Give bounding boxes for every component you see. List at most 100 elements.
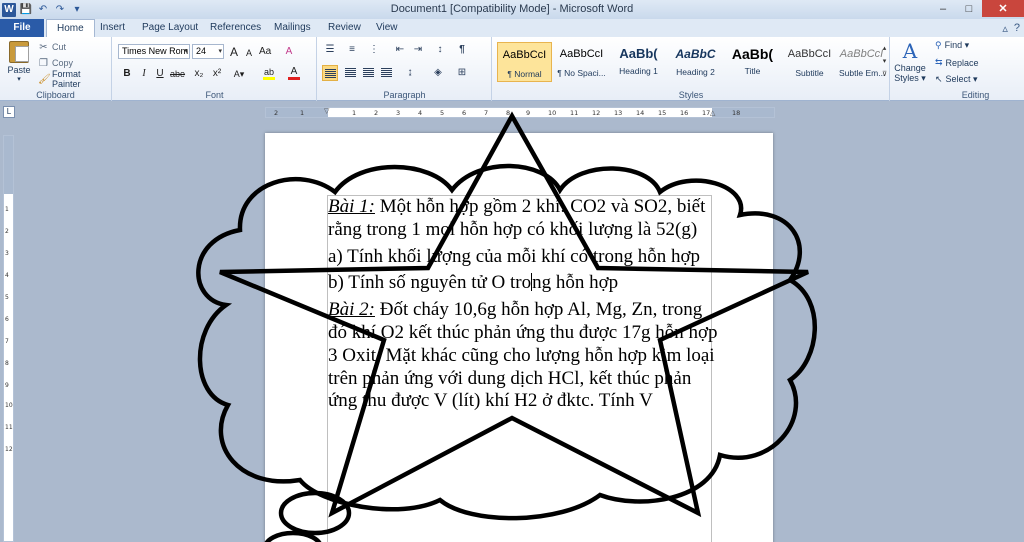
ruler-tick: 10 [5,402,13,409]
italic-button[interactable]: I [138,66,150,82]
find-button[interactable]: ⚲ Find ▾ [935,40,969,51]
clear-formatting-button[interactable]: A [283,44,295,60]
cut-button[interactable]: ✂ Cut [38,40,66,54]
line-spacing-icon[interactable]: ↨ [402,65,418,81]
justify-icon [380,67,392,77]
tab-home[interactable]: Home [46,19,95,37]
tab-insert[interactable]: Insert [90,19,135,37]
ruler-tick: 3 [396,109,401,117]
change-styles-button[interactable]: A Change Styles ▾ [893,39,927,85]
paintbrush-icon: 🖌 [38,73,51,85]
underline-button[interactable]: U [154,66,166,82]
paste-icon [9,41,29,63]
window-controls: – □ ✕ [930,0,1024,17]
align-left-icon [324,68,336,78]
style-subtle-emphasis[interactable]: AaBbCcI Subtle Em... [839,42,884,82]
ruler-tick: 9 [5,382,9,389]
ruler-tick: 18 [732,109,741,117]
minimize-ribbon-icon[interactable]: ▵ [1002,22,1008,35]
close-button[interactable]: ✕ [982,0,1024,17]
paste-button[interactable]: Paste ▾ [4,39,34,83]
editing-group: ⚲ Find ▾ ⇆ Replace ↖ Select ▾ Editing [927,37,1024,101]
document-page[interactable]: Bài 1: Một hỗn hợp gồm 2 khí: CO2 và SO2… [265,133,773,542]
increase-indent-icon[interactable]: ⇥ [410,42,426,58]
replace-button[interactable]: ⇆ Replace [935,57,979,68]
font-name-box[interactable]: Times New Rom ▾ [118,44,190,59]
ruler-tick: 1 [352,109,357,117]
ruler-tick: 6 [462,109,467,117]
highlight-button[interactable]: ab [263,64,275,80]
maximize-button[interactable]: □ [956,0,982,17]
ruler-tab-selector[interactable]: L [3,106,15,118]
strikethrough-button[interactable]: abe [170,66,185,82]
justify-button[interactable] [378,65,394,81]
shading-icon[interactable]: ◈ [430,65,446,81]
first-line-indent-marker[interactable]: ▽ [324,107,329,115]
shrink-font-button[interactable]: A [243,45,255,61]
ruler-tick: 5 [5,294,9,301]
align-left-button[interactable] [322,65,338,81]
bold-button[interactable]: B [121,66,133,82]
horizontal-ruler[interactable]: 2 1 1 2 3 4 5 6 7 8 9 10 11 12 13 14 15 … [265,107,775,118]
sort-icon[interactable]: ↕ [432,42,448,58]
styles-scroll[interactable]: ▴ ▾ ⊽ [880,42,889,81]
show-formatting-button[interactable]: ¶ [454,42,470,58]
borders-icon[interactable]: ⊞ [454,65,470,81]
select-button[interactable]: ↖ Select ▾ [935,74,978,85]
align-center-button[interactable] [342,65,358,81]
question-a-paragraph: a) Tính khối lượng của mỗi khí có trong … [328,245,700,267]
grow-font-button[interactable]: A [228,44,240,60]
paragraph-group-label: Paragraph [383,90,426,100]
ruler-tick: 1 [300,109,305,117]
document-body[interactable]: Bài 1: Một hỗn hợp gồm 2 khí: CO2 và SO2… [328,196,718,417]
font-size-dropdown-icon: ▾ [218,48,222,55]
font-size-box[interactable]: 24 ▾ [192,44,224,59]
tab-view[interactable]: View [366,19,408,37]
style-heading-1[interactable]: AaBb( Heading 1 [611,42,666,82]
window-title: Document1 [Compatibility Mode] - Microso… [390,3,634,15]
align-right-button[interactable] [360,65,376,81]
tab-mailings[interactable]: Mailings [264,19,321,37]
tab-page-layout[interactable]: Page Layout [132,19,208,37]
tab-references[interactable]: References [200,19,271,37]
decrease-indent-icon[interactable]: ⇤ [392,42,408,58]
multilevel-list-icon[interactable]: ⋮ [366,42,382,58]
binoculars-icon: ⚲ [935,40,942,50]
font-color-button[interactable]: A [288,64,300,80]
ruler-tick: 16 [680,109,689,117]
exercise-1-paragraph: Bài 1: Một hỗn hợp gồm 2 khí: CO2 và SO2… [328,196,718,242]
superscript-button[interactable]: x² [211,66,223,82]
numbering-icon[interactable]: ≡ [344,42,360,58]
tab-file[interactable]: File [0,19,44,37]
change-styles-icon: A [902,39,918,63]
paste-label: Paste [7,65,31,75]
help-icon[interactable]: ? [1014,22,1020,35]
ruler-tick: 2 [274,109,279,117]
ruler-tick: 15 [658,109,667,117]
style-heading-2[interactable]: AaBbC Heading 2 [668,42,723,82]
ruler-tick: 7 [5,338,9,345]
minimize-button[interactable]: – [930,0,956,17]
scissors-icon: ✂ [39,41,48,53]
right-indent-marker[interactable]: △ [710,109,715,117]
format-painter-button[interactable]: 🖌 Format Painter [38,69,111,89]
bullets-icon[interactable]: ☰ [322,42,338,58]
copy-button[interactable]: ❐ Copy [38,56,73,70]
style-normal[interactable]: AaBbCcI ¶ Normal [497,42,552,82]
style-subtitle[interactable]: AaBbCcI Subtitle [782,42,837,82]
font-group: Times New Rom ▾ 24 ▾ A A Aa A B I U abe x₂… [113,37,317,101]
subscript-button[interactable]: x₂ [193,66,205,82]
style-no-spacing[interactable]: AaBbCcI ¶ No Spaci... [554,42,609,82]
ruler-tick: 12 [592,109,601,117]
ruler-tick: 12 [5,446,13,453]
styles-group: AaBbCcI ¶ Normal AaBbCcI ¶ No Spaci... A… [493,37,890,101]
paragraph-group: ☰ ≡ ⋮ ⇤ ⇥ ↕ ¶ ↨ ◈ ⊞ Paragraph [318,37,492,101]
tab-review[interactable]: Review [318,19,371,37]
clipboard-group: Paste ▾ ✂ Cut ❐ Copy 🖌 Format Painter Cl… [0,37,112,101]
exercise-2-text: Đốt cháy 10,6g hỗn hợp Al, Mg, Zn, trong… [328,299,718,412]
style-title[interactable]: AaBb( Title [725,42,780,82]
change-case-button[interactable]: Aa [259,44,271,60]
text-effects-button[interactable]: A▾ [233,66,245,82]
styles-group-label: Styles [678,90,704,100]
vertical-ruler[interactable]: 1 2 3 4 5 6 7 8 9 10 11 12 [3,135,14,542]
